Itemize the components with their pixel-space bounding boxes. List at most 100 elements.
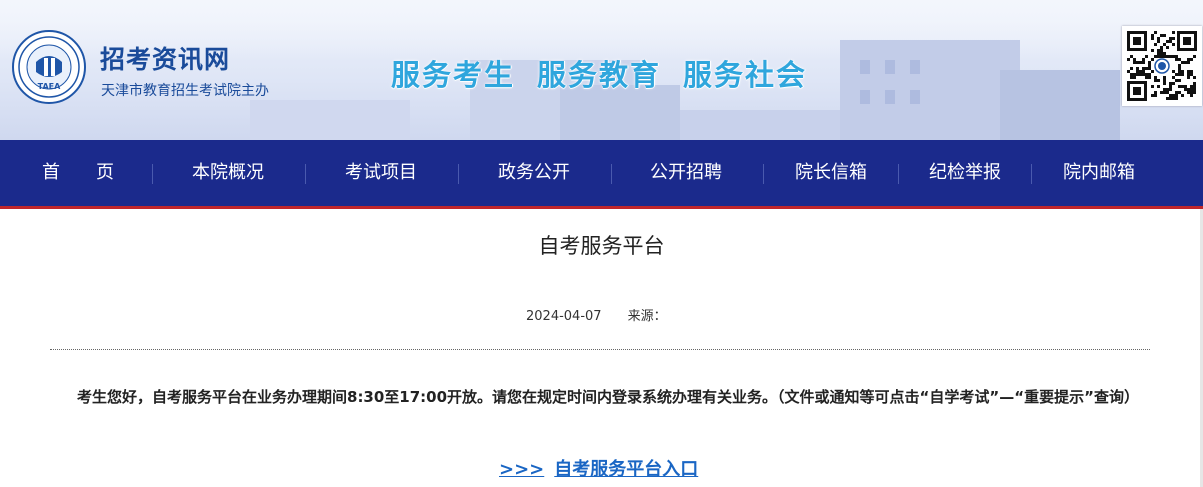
article-source-label: 来源：	[627, 309, 667, 324]
qr-module	[1157, 52, 1160, 55]
qr-module	[1139, 61, 1142, 64]
nav-item-mailbox[interactable]: 院长信箱	[791, 140, 871, 206]
qr-module	[1163, 34, 1166, 37]
nav-item-about[interactable]: 本院概况	[188, 140, 268, 206]
nav-separator	[898, 164, 899, 184]
qr-module	[1163, 79, 1166, 82]
qr-module	[1163, 43, 1166, 46]
qr-module	[1175, 97, 1178, 100]
qr-module	[1154, 31, 1157, 34]
qr-module	[1151, 34, 1154, 37]
emblem-text: TAEA	[38, 82, 61, 91]
qr-module	[1163, 76, 1166, 79]
site-subtitle: 天津市教育招生考试院主办	[101, 83, 269, 99]
qr-module	[1181, 94, 1184, 97]
article-date: 2024-04-07	[526, 309, 602, 324]
qr-module	[1169, 55, 1172, 58]
nav-separator	[1031, 164, 1032, 184]
article-title: 自考服务平台	[538, 234, 665, 258]
qr-module	[1145, 67, 1148, 70]
qr-module	[1163, 82, 1166, 85]
building-window	[885, 90, 895, 104]
qr-module	[1157, 55, 1160, 58]
qr-module	[1163, 91, 1166, 94]
qr-module	[1184, 88, 1187, 91]
qr-module	[1187, 70, 1190, 73]
qr-module	[1190, 85, 1193, 88]
qr-module	[1160, 34, 1163, 37]
qr-module	[1166, 55, 1169, 58]
qr-module	[1193, 85, 1196, 88]
qr-module	[1154, 79, 1157, 82]
qr-module	[1130, 67, 1133, 70]
qr-module	[1142, 70, 1145, 73]
building-window	[910, 60, 920, 74]
qr-module	[1172, 97, 1175, 100]
qr-module	[1154, 43, 1157, 46]
building-window	[885, 60, 895, 74]
qr-module	[1142, 61, 1145, 64]
qr-module	[1172, 76, 1175, 79]
qr-module	[1190, 91, 1193, 94]
nav-item-gov-affairs[interactable]: 政务公开	[494, 140, 574, 206]
qr-module	[1157, 37, 1160, 40]
site-name[interactable]: 招考资讯网	[100, 40, 230, 76]
qr-module	[1130, 76, 1133, 79]
self-exam-platform-link[interactable]: >>> 自考服务平台入口	[499, 455, 698, 481]
building-window	[910, 90, 920, 104]
qr-module	[1181, 85, 1184, 88]
qr-module	[1175, 58, 1178, 61]
qr-module	[1154, 91, 1157, 94]
article-body: 考生您好，自考服务平台在业务办理期间8:30至17:00开放。请您在规定时间内登…	[77, 388, 1139, 406]
qr-module	[1172, 43, 1175, 46]
link-arrows-icon: >>>	[499, 459, 545, 480]
qr-module	[1172, 37, 1175, 40]
qr-module	[1130, 55, 1133, 58]
qr-module	[1163, 88, 1166, 91]
building-window	[860, 60, 870, 74]
qr-module	[1193, 55, 1196, 58]
nav-item-internal-mail[interactable]: 院内邮箱	[1059, 140, 1139, 206]
article-meta: 2024-04-07 来源：	[526, 305, 667, 324]
qr-module	[1148, 76, 1151, 79]
nav-separator	[611, 164, 612, 184]
qr-module	[1142, 58, 1145, 61]
qr-module	[1175, 91, 1178, 94]
nav-item-home[interactable]: 首 页	[38, 140, 118, 206]
site-logo-emblem[interactable]: TAEA	[12, 30, 86, 104]
qr-module	[1187, 76, 1190, 79]
banner-building	[1000, 70, 1120, 140]
nav-item-report[interactable]: 纪检举报	[925, 140, 1005, 206]
qr-module	[1145, 73, 1148, 76]
qr-module	[1193, 82, 1196, 85]
qr-module	[1154, 94, 1157, 97]
qr-module	[1136, 67, 1139, 70]
qr-module	[1169, 40, 1172, 43]
qr-module	[1172, 31, 1175, 34]
header-banner: TAEA 招考资讯网 天津市教育招生考试院主办 服务考生 服务教育 服务社会	[0, 0, 1203, 140]
qr-module	[1127, 58, 1130, 61]
qr-module	[1136, 61, 1139, 64]
qr-module	[1160, 91, 1163, 94]
qr-module	[1187, 91, 1190, 94]
banner-building	[840, 40, 1020, 140]
qr-module	[1148, 64, 1151, 67]
qr-module	[1178, 70, 1181, 73]
qr-module	[1172, 55, 1175, 58]
nav-item-exams[interactable]: 考试项目	[341, 140, 421, 206]
qr-module	[1169, 94, 1172, 97]
qr-module	[1169, 85, 1172, 88]
qr-module	[1175, 73, 1178, 76]
qr-module	[1133, 61, 1136, 64]
qr-module	[1163, 52, 1166, 55]
qr-module	[1184, 85, 1187, 88]
qr-module	[1148, 73, 1151, 76]
nav-item-recruitment[interactable]: 公开招聘	[646, 140, 726, 206]
qr-module	[1151, 85, 1154, 88]
qr-module	[1181, 70, 1184, 73]
qr-module	[1151, 37, 1154, 40]
nav-separator	[152, 164, 153, 184]
qr-module	[1181, 61, 1184, 64]
qr-module	[1190, 94, 1193, 97]
qr-module	[1139, 73, 1142, 76]
